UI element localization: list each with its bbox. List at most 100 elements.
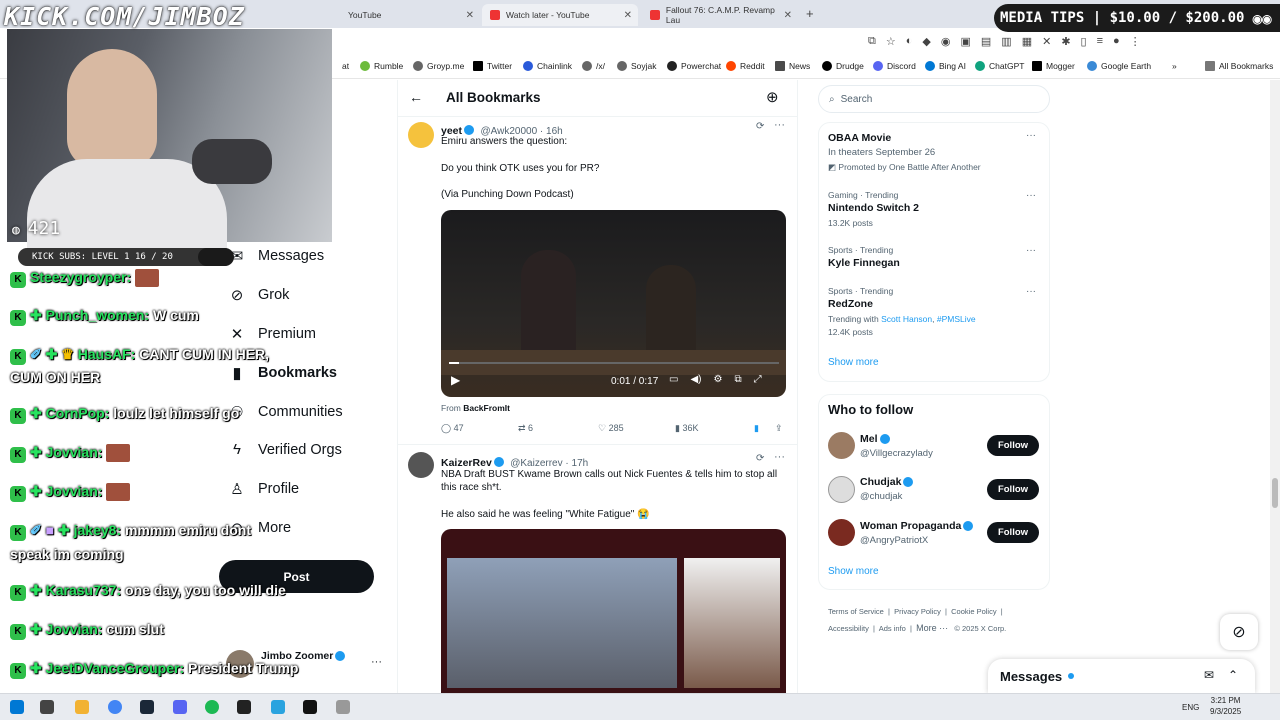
bookmarks-overflow-icon[interactable]: » (1172, 61, 1177, 71)
nav-profile[interactable]: ♙ Profile (228, 480, 299, 498)
follow-button[interactable]: Follow (987, 522, 1039, 543)
trend-name[interactable]: Kyle Finnegan (828, 257, 900, 269)
extension-icon[interactable]: ◐ (906, 35, 913, 48)
follow-name[interactable]: Woman Propaganda (860, 520, 975, 532)
sidebar-icon[interactable]: ▯ (1081, 35, 1087, 48)
nav-premium[interactable]: ✕ Premium (228, 325, 316, 343)
views-button[interactable]: ▮ 36K (675, 423, 698, 434)
follow-button[interactable]: Follow (987, 479, 1039, 500)
promo-title[interactable]: OBAA Movie (828, 132, 891, 144)
progress-track[interactable] (449, 362, 779, 364)
bookmark-item[interactable]: Drudge (822, 61, 864, 71)
telegram-icon[interactable] (271, 700, 285, 714)
account-menu-icon[interactable]: ··· (371, 656, 382, 668)
footer-link[interactable]: Accessibility (828, 624, 869, 633)
bookmark-item[interactable]: Reddit (726, 61, 765, 71)
language-indicator[interactable]: ENG (1182, 703, 1199, 712)
task-view-icon[interactable] (40, 700, 54, 714)
follow-button[interactable]: Follow (987, 435, 1039, 456)
follow-name[interactable]: Chudjak (860, 476, 915, 488)
bookmark-item[interactable]: Chainlink (523, 61, 572, 71)
more-icon[interactable]: ··· (774, 451, 785, 463)
spotify-icon[interactable] (205, 700, 219, 714)
chrome-icon[interactable] (108, 700, 122, 714)
trend-link[interactable]: #PMSLive (937, 314, 976, 324)
clock[interactable]: 3:21 PM 9/3/2025 (1210, 695, 1241, 717)
play-icon[interactable]: ▶ (451, 373, 460, 387)
tab-youtube[interactable]: YouTube ✕ (340, 4, 480, 26)
bookmark-item[interactable]: All Bookmarks (1205, 61, 1273, 71)
close-icon[interactable]: ✕ (784, 10, 792, 21)
video-thumbnail[interactable] (441, 529, 786, 693)
follow-avatar[interactable] (828, 519, 855, 546)
show-more-link[interactable]: Show more (828, 566, 879, 577)
bookmark-item[interactable]: Mogger (1032, 61, 1075, 71)
footer-link[interactable]: Terms of Service (828, 607, 884, 616)
footer-more-link[interactable]: More ··· (916, 623, 948, 633)
back-arrow-icon[interactable]: ← (409, 89, 423, 105)
extension-icon[interactable]: ◆ (922, 35, 930, 48)
add-bookmark-folder-icon[interactable]: ⊕ (766, 88, 779, 106)
install-icon[interactable]: ⧉ (868, 35, 876, 48)
bookmark-item[interactable]: Bing AI (925, 61, 966, 71)
trend-name[interactable]: RedZone (828, 298, 873, 310)
show-more-link[interactable]: Show more (828, 357, 879, 368)
extension-icon[interactable]: ▤ (981, 35, 991, 48)
captions-icon[interactable]: ▭ (669, 374, 678, 385)
footer-link[interactable]: Cookie Policy (951, 607, 996, 616)
share-icon[interactable]: ⇪ (775, 423, 783, 434)
bookmark-item[interactable]: ChatGPT (975, 61, 1024, 71)
nav-verified-orgs[interactable]: ϟ Verified Orgs (228, 441, 342, 458)
more-icon[interactable]: ··· (1026, 190, 1036, 201)
like-button[interactable]: ♡ 285 (598, 423, 624, 434)
close-icon[interactable]: ✕ (624, 10, 632, 21)
follow-handle[interactable]: @AngryPatriotX (860, 535, 928, 546)
extension-icons[interactable]: ⧉ ☆ ◐ ◆ ◉ ▣ ▤ ▥ ▦ ✕ ✱ ▯ ≡ ● ⋮ (868, 35, 1141, 48)
discord-icon[interactable] (173, 700, 187, 714)
follow-avatar[interactable] (828, 432, 855, 459)
star-icon[interactable]: ☆ (886, 35, 896, 48)
nav-communities[interactable]: ⚇ Communities (228, 403, 342, 421)
nav-grok[interactable]: ⊘ Grok (228, 286, 290, 304)
more-icon[interactable]: ··· (774, 119, 785, 131)
follow-avatar[interactable] (828, 476, 855, 503)
grok-icon[interactable]: ⟳ (756, 453, 764, 464)
grok-icon[interactable]: ⟳ (756, 121, 764, 132)
profile-icon[interactable]: ● (1113, 35, 1120, 48)
grok-floating-icon[interactable]: ⊘ (1220, 614, 1258, 650)
pip-icon[interactable]: ⧉ (734, 374, 741, 385)
bookmark-item[interactable]: /x/ (582, 61, 605, 71)
repost-button[interactable]: ⇄ 6 (518, 423, 533, 434)
nav-messages[interactable]: ✉ Messages (228, 247, 324, 265)
trend-link[interactable]: Scott Hanson (881, 314, 932, 324)
steam-icon[interactable] (140, 700, 154, 714)
follow-handle[interactable]: @Villgecrazylady (860, 448, 933, 459)
extension-icon[interactable]: ◉ (941, 35, 951, 48)
reply-button[interactable]: ◯ 47 (441, 423, 464, 434)
more-icon[interactable]: ··· (1026, 245, 1036, 256)
bookmark-item[interactable]: Soyjak (617, 61, 657, 71)
extension-icon[interactable]: ▥ (1001, 35, 1011, 48)
fullscreen-icon[interactable]: ⤢ (754, 374, 762, 385)
nav-bookmarks[interactable]: ▮ Bookmarks (228, 364, 337, 382)
puzzle-icon[interactable]: ✱ (1061, 35, 1070, 48)
source-account[interactable]: BackFromIt (463, 403, 510, 413)
settings-icon[interactable]: ⚙ (713, 374, 722, 385)
kebab-menu-icon[interactable]: ⋮ (1130, 35, 1141, 48)
extension-icon[interactable]: ▣ (960, 35, 970, 48)
x-icon[interactable]: ✕ (1042, 35, 1051, 48)
footer-link[interactable]: Ads info (879, 624, 906, 633)
bookmark-item[interactable]: Discord (873, 61, 916, 71)
start-icon[interactable] (10, 700, 24, 714)
app-icon[interactable] (237, 700, 251, 714)
tweet-avatar[interactable] (408, 452, 434, 478)
footer-link[interactable]: Privacy Policy (894, 607, 941, 616)
bookmark-item[interactable]: Twitter (473, 61, 512, 71)
app-icon[interactable] (336, 700, 350, 714)
trend-name[interactable]: Nintendo Switch 2 (828, 202, 919, 214)
bookmark-item[interactable]: Groyp.me (413, 61, 464, 71)
bookmark-item[interactable]: News (775, 61, 810, 71)
new-tab-icon[interactable]: + (806, 6, 814, 21)
search-input[interactable]: ⌕ Search (818, 85, 1050, 113)
new-message-icon[interactable]: ✉ (1204, 668, 1214, 682)
